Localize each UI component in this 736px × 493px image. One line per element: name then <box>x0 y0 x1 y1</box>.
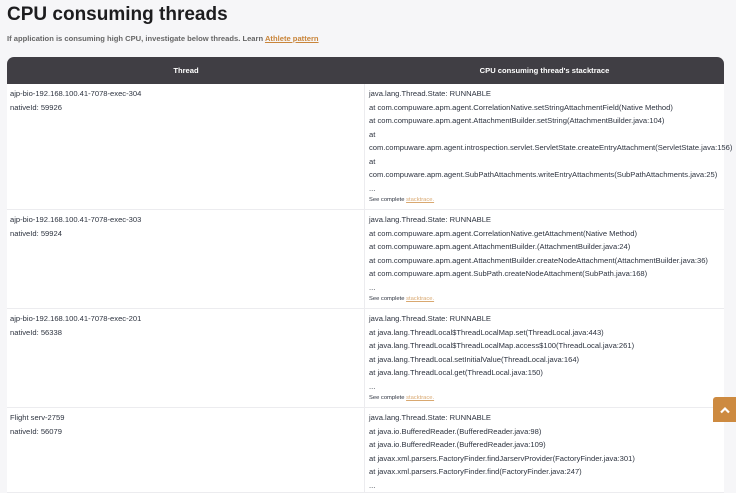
stacktrace-cell: java.lang.Thread.State: RUNNABLE at com.c… <box>365 84 733 209</box>
header-stacktrace: CPU consuming thread's stacktrace <box>479 66 610 75</box>
stacktrace-line: at java.lang.ThreadLocal.get(ThreadLocal… <box>369 368 543 377</box>
page-title: CPU consuming threads <box>7 4 228 25</box>
stacktrace-link[interactable]: stacktrace. <box>406 296 434 302</box>
stacktrace-line: at com.compuware.apm.agent.SubPath.creat… <box>369 269 648 278</box>
thread-cell: Flight serv-2759 nativeId: 56079 <box>7 408 365 492</box>
stacktrace-line: at com.compuware.apm.agent.AttachmentBui… <box>369 242 631 251</box>
stacktrace-line: java.lang.Thread.State: RUNNABLE <box>369 413 491 422</box>
thread-name: ajp-bio-192.168.100.41-7078-exec-201 <box>10 314 142 323</box>
page-subtitle: If application is consuming high CPU, in… <box>7 34 319 43</box>
stacktrace-link[interactable]: stacktrace. <box>406 197 434 203</box>
threads-table: Thread CPU consuming thread's stacktrace… <box>7 57 733 493</box>
table-row: ajp-bio-192.168.100.41-7078-exec-303 nat… <box>7 210 724 309</box>
see-complete: See complete stacktrace. <box>369 197 435 203</box>
stacktrace-line: at com.compuware.apm.agent.introspection… <box>369 129 733 153</box>
stacktrace-line: at com.compuware.apm.agent.AttachmentBui… <box>369 255 708 265</box>
stacktrace-line: at java.lang.ThreadLocal.setInitialValue… <box>369 354 580 364</box>
native-id: nativeId: 56338 <box>10 327 62 337</box>
stacktrace-line: at java.lang.ThreadLocal$ThreadLocalMap.… <box>369 341 635 350</box>
native-id: nativeId: 56079 <box>10 426 62 436</box>
stacktrace-line: at com.compuware.apm.agent.CorrelationNa… <box>369 228 638 238</box>
stacktrace-line: ... <box>369 282 376 292</box>
thread-cell: ajp-bio-192.168.100.41-7078-exec-304 nat… <box>7 84 365 209</box>
thread-name: Flight serv-2759 <box>10 413 65 422</box>
table-row: ajp-bio-192.168.100.41-7078-exec-304 nat… <box>7 84 733 210</box>
header-thread: Thread <box>173 66 199 75</box>
stacktrace-line: java.lang.Thread.State: RUNNABLE <box>369 314 491 323</box>
stacktrace-line: java.lang.Thread.State: RUNNABLE <box>369 215 491 224</box>
stacktrace-line: at java.io.BufferedReader.(BufferedReade… <box>369 426 542 436</box>
stacktrace-cell: java.lang.Thread.State: RUNNABLE at java.… <box>365 309 724 407</box>
table-row: Flight serv-2759 nativeId: 56079 java.la… <box>7 408 724 493</box>
table-header: Thread CPU consuming thread's stacktrace <box>7 57 724 84</box>
native-id: nativeId: 59924 <box>10 228 62 238</box>
thread-cell: ajp-bio-192.168.100.41-7078-exec-303 nat… <box>7 210 365 308</box>
stacktrace-line: at java.lang.ThreadLocal$ThreadLocalMap.… <box>369 327 604 337</box>
stacktrace-line: ... <box>369 381 376 391</box>
stacktrace-line: at javax.xml.parsers.FactoryFinder.findJ… <box>369 453 635 463</box>
stacktrace-line: java.lang.Thread.State: RUNNABLE <box>369 89 491 98</box>
scroll-to-top-button[interactable] <box>713 397 736 422</box>
see-complete: See complete stacktrace. <box>369 296 435 302</box>
table-row: ajp-bio-192.168.100.41-7078-exec-201 nat… <box>7 309 724 408</box>
stacktrace-cell: java.lang.Thread.State: RUNNABLE at java.… <box>365 408 724 492</box>
thread-name: ajp-bio-192.168.100.41-7078-exec-303 <box>10 215 142 224</box>
stacktrace-cell: java.lang.Thread.State: RUNNABLE at com.c… <box>365 210 724 308</box>
stacktrace-line: at com.compuware.apm.agent.AttachmentBui… <box>369 116 665 125</box>
stacktrace-line: at java.io.BufferedReader.(BufferedReade… <box>369 440 546 449</box>
athlete-pattern-link[interactable]: Athlete pattern <box>265 34 319 43</box>
stacktrace-link[interactable]: stacktrace. <box>406 395 434 401</box>
stacktrace-line: at com.compuware.apm.agent.CorrelationNa… <box>369 102 673 112</box>
stacktrace-line: at javax.xml.parsers.FactoryFinder.find(… <box>369 467 582 476</box>
thread-name: ajp-bio-192.168.100.41-7078-exec-304 <box>10 89 142 98</box>
thread-cell: ajp-bio-192.168.100.41-7078-exec-201 nat… <box>7 309 365 407</box>
stacktrace-line: ... <box>369 183 376 193</box>
chevron-up-icon <box>719 406 730 413</box>
stacktrace-line: at com.compuware.apm.agent.SubPathAttach… <box>369 156 718 180</box>
stacktrace-line: ... <box>369 480 376 490</box>
native-id: nativeId: 59926 <box>10 102 62 112</box>
see-complete: See complete stacktrace. <box>369 395 435 401</box>
